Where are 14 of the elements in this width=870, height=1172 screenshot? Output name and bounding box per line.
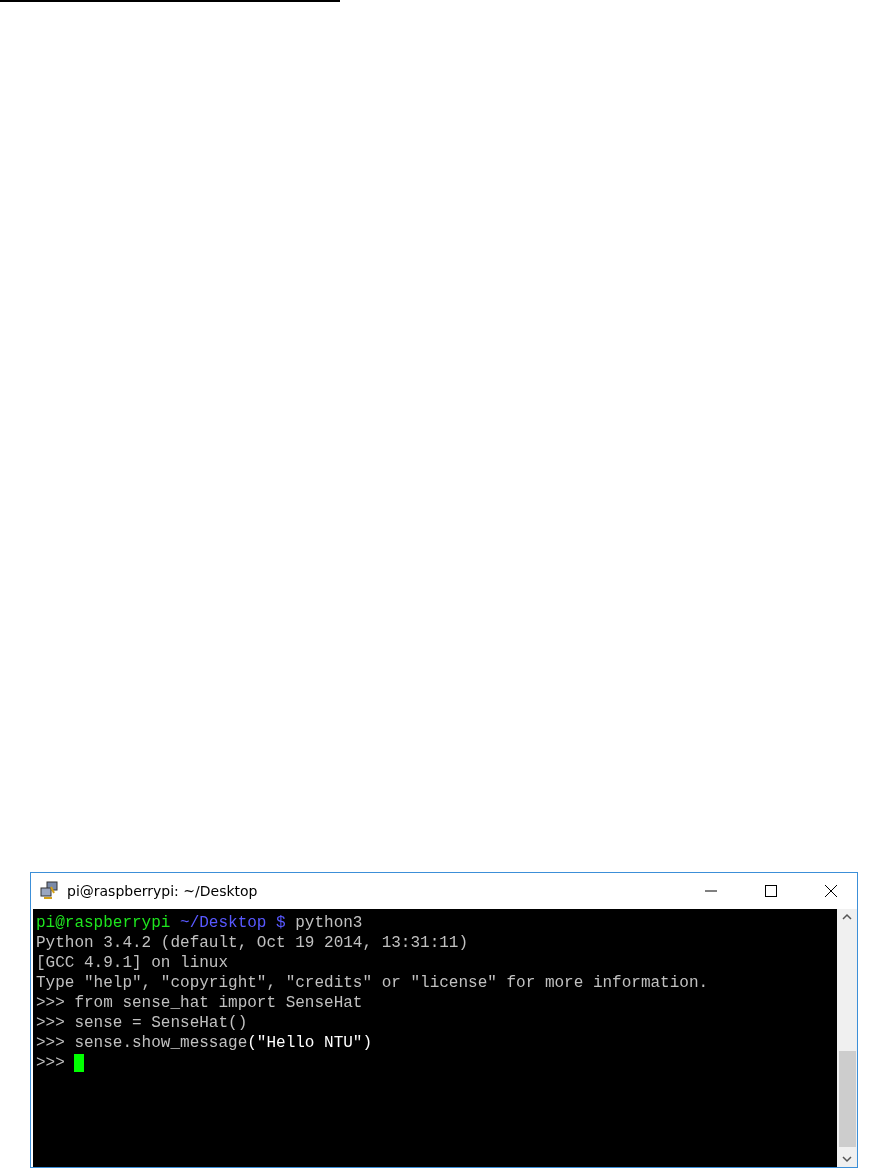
maximize-icon xyxy=(765,885,777,897)
terminal-line: pi@raspberrypi ~/Desktop $ python3 xyxy=(36,913,363,933)
scroll-thumb[interactable] xyxy=(838,1051,856,1147)
terminal-line: >>> sense = SenseHat() xyxy=(36,1013,248,1033)
terminal-line: Python 3.4.2 (default, Oct 19 2014, 13:31:11) xyxy=(36,933,469,953)
terminal-line: [GCC 4.9.1] on linux xyxy=(36,953,229,973)
terminal-line: >>> from sense_hat import SenseHat xyxy=(36,993,363,1013)
terminal-line: Type "help", "copyright", "credits" or "license" for more information. xyxy=(36,973,709,993)
window-title: pi@raspberrypi: ~/Desktop xyxy=(67,883,259,899)
scrollbar[interactable] xyxy=(837,909,857,1167)
terminal-line: >>> xyxy=(36,1053,66,1073)
terminal-line: >>> sense.show_message("Hello NTU") xyxy=(36,1033,373,1053)
close-icon xyxy=(825,885,837,897)
computers-icon xyxy=(39,881,59,901)
